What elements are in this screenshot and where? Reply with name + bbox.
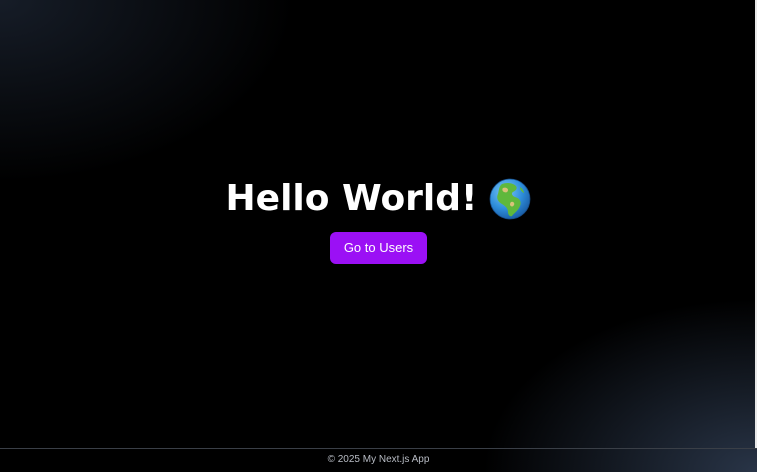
hero-section: Hello World! Go to Users — [0, 176, 757, 264]
copyright-text: © 2025 My Next.js App — [327, 454, 430, 465]
go-to-users-button[interactable]: Go to Users — [329, 232, 428, 264]
globe-icon — [489, 178, 531, 220]
footer: © 2025 My Next.js App — [0, 448, 757, 472]
page-title: Hello World! — [226, 176, 532, 222]
page-title-text: Hello World! — [225, 178, 478, 219]
